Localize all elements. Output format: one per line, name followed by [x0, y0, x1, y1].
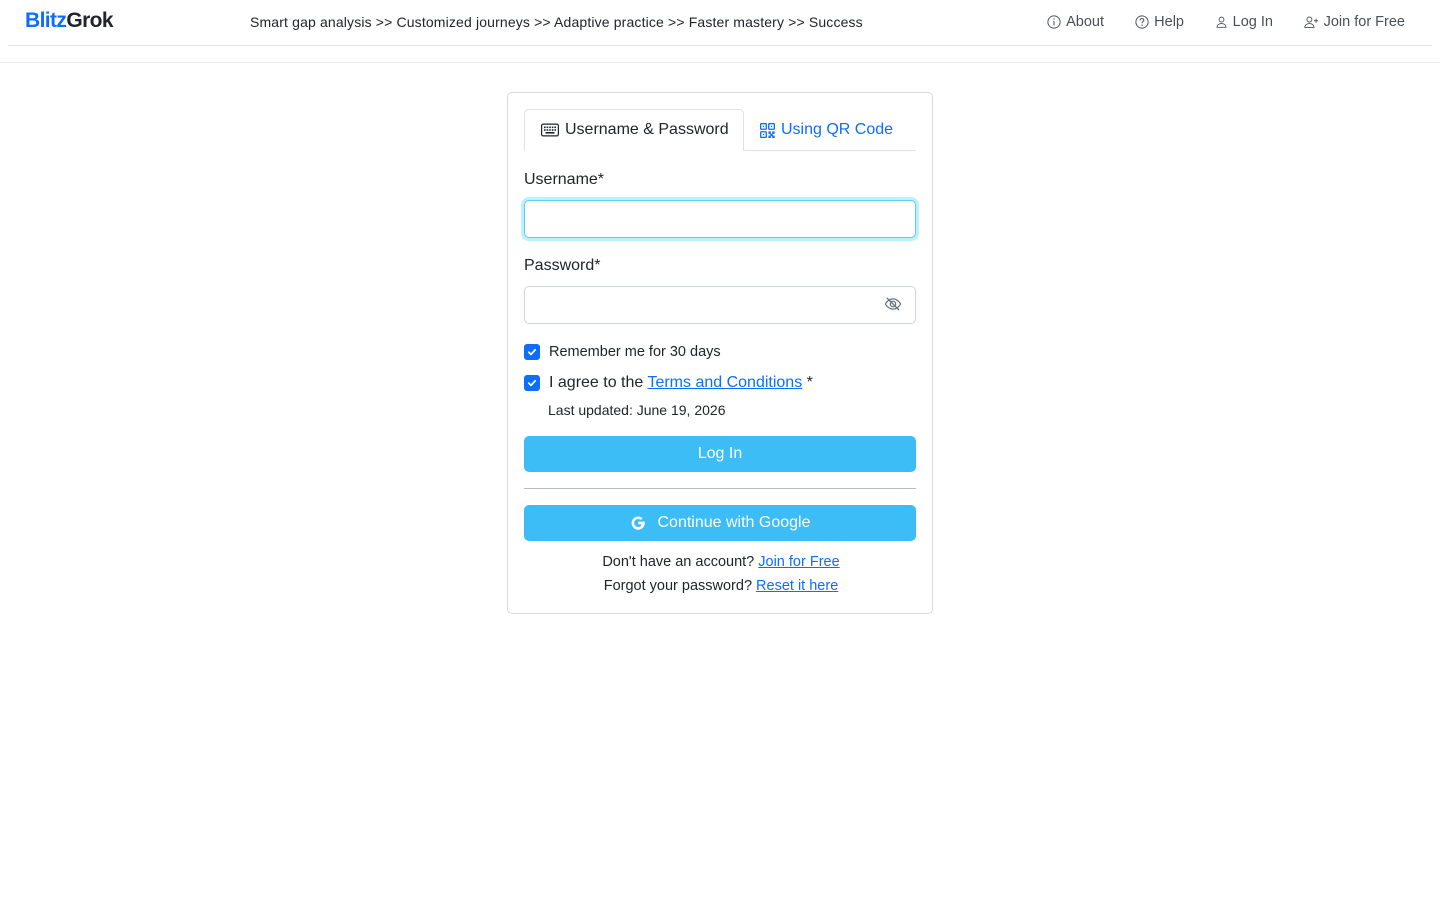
forgot-link[interactable]: Reset it here [756, 578, 838, 594]
terms-checkbox[interactable] [524, 375, 540, 391]
remember-me-checkbox[interactable] [524, 344, 540, 360]
navbar-inner: BlitzGrok Smart gap analysis >> Customiz… [8, 0, 1432, 46]
checkmark-icon [527, 348, 537, 356]
terms-prefix: I agree to the [549, 374, 648, 391]
nav-help-label: Help [1154, 14, 1184, 30]
terms-text: I agree to the Terms and Conditions * [549, 374, 813, 392]
terms-suffix: * [802, 374, 813, 391]
username-input[interactable] [524, 200, 916, 238]
terms-updated: Last updated: June 19, 2026 [548, 402, 726, 418]
tab-qr-code-label: Using QR Code [781, 121, 894, 138]
google-login-label: Continue with Google [657, 514, 811, 531]
google-icon [631, 516, 645, 530]
nav-join-label: Join for Free [1323, 14, 1405, 30]
terms-row: I agree to the Terms and Conditions * [524, 374, 813, 392]
info-circle-icon [1047, 15, 1061, 29]
nav-about[interactable]: About [1047, 14, 1104, 30]
nav-join[interactable]: Join for Free [1303, 14, 1405, 30]
eye-slash-icon[interactable] [884, 295, 902, 313]
password-input[interactable] [524, 286, 916, 324]
divider [524, 488, 916, 489]
remember-me-row: Remember me for 30 days [524, 344, 721, 360]
brand-part-2: Grok [66, 9, 113, 32]
signup-link[interactable]: Join for Free [758, 554, 839, 570]
signup-text: Don't have an account? [602, 554, 759, 570]
nav-help[interactable]: Help [1135, 14, 1184, 30]
login-button-label: Log In [697, 445, 743, 462]
nav-login-label: Log In [1232, 14, 1273, 30]
terms-link[interactable]: Terms and Conditions [647, 374, 802, 391]
top-navbar: BlitzGrok Smart gap analysis >> Customiz… [0, 0, 1440, 63]
brand-part-1: Blitz [25, 9, 67, 32]
login-tabs: Username & Password Using QR Code [524, 109, 916, 151]
tab-qr-code[interactable]: Using QR Code [760, 109, 893, 151]
person-icon [1216, 16, 1227, 28]
person-plus-icon [1303, 16, 1318, 28]
keyboard-icon [541, 123, 559, 137]
checkmark-icon [527, 379, 537, 387]
tagline: Smart gap analysis >> Customized journey… [250, 14, 863, 30]
tab-username-password[interactable]: Username & Password [524, 109, 744, 151]
password-label: Password* [524, 257, 601, 274]
remember-me-label: Remember me for 30 days [549, 344, 721, 360]
login-card: Username & Password Using QR Code Userna… [507, 92, 933, 614]
qr-code-icon [760, 122, 775, 138]
nav-login[interactable]: Log In [1215, 14, 1273, 30]
forgot-text: Forgot your password? [603, 578, 757, 594]
question-circle-icon [1135, 15, 1149, 29]
forgot-line: Forgot your password? Reset it here [508, 578, 934, 594]
brand-logo[interactable]: BlitzGrok [25, 9, 114, 33]
tab-username-password-label: Username & Password [565, 121, 729, 138]
login-button[interactable]: Log In [524, 436, 916, 472]
nav-about-label: About [1066, 14, 1104, 30]
google-login-button[interactable]: Continue with Google [524, 505, 916, 541]
username-label: Username* [524, 171, 605, 188]
signup-line: Don't have an account? Join for Free [508, 554, 934, 570]
